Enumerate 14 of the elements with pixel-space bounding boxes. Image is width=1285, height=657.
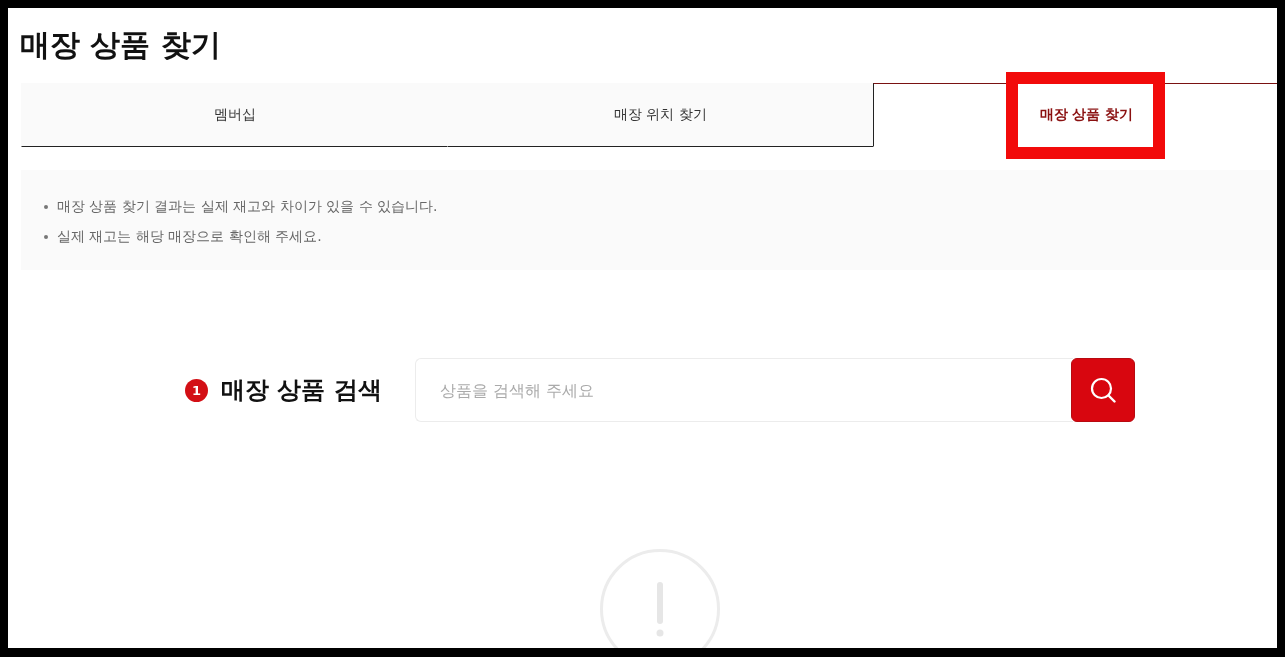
bullet-icon bbox=[44, 235, 48, 239]
tab[interactable]: 매장 상품 찾기 bbox=[873, 83, 1277, 147]
exclamation-icon bbox=[600, 549, 720, 648]
search-label: 매장 상품 검색 bbox=[221, 375, 382, 406]
search-button[interactable] bbox=[1070, 358, 1135, 422]
search-field[interactable]: 상품을 검색해 주세요 bbox=[414, 358, 1073, 422]
tab[interactable]: 매장 위치 찾기 bbox=[447, 83, 873, 147]
notice-text: 실제 재고는 해당 매장으로 확인해 주세요. bbox=[57, 228, 322, 246]
tab[interactable]: 멤버십 bbox=[21, 83, 447, 147]
step-number: 1 bbox=[185, 378, 209, 402]
search-icon bbox=[1089, 377, 1116, 403]
notice-text: 매장 상품 찾기 결과는 실제 재고와 차이가 있을 수 있습니다. bbox=[57, 198, 438, 216]
bullet-icon bbox=[44, 205, 48, 209]
page-title: 매장 상품 찾기 bbox=[20, 26, 221, 64]
